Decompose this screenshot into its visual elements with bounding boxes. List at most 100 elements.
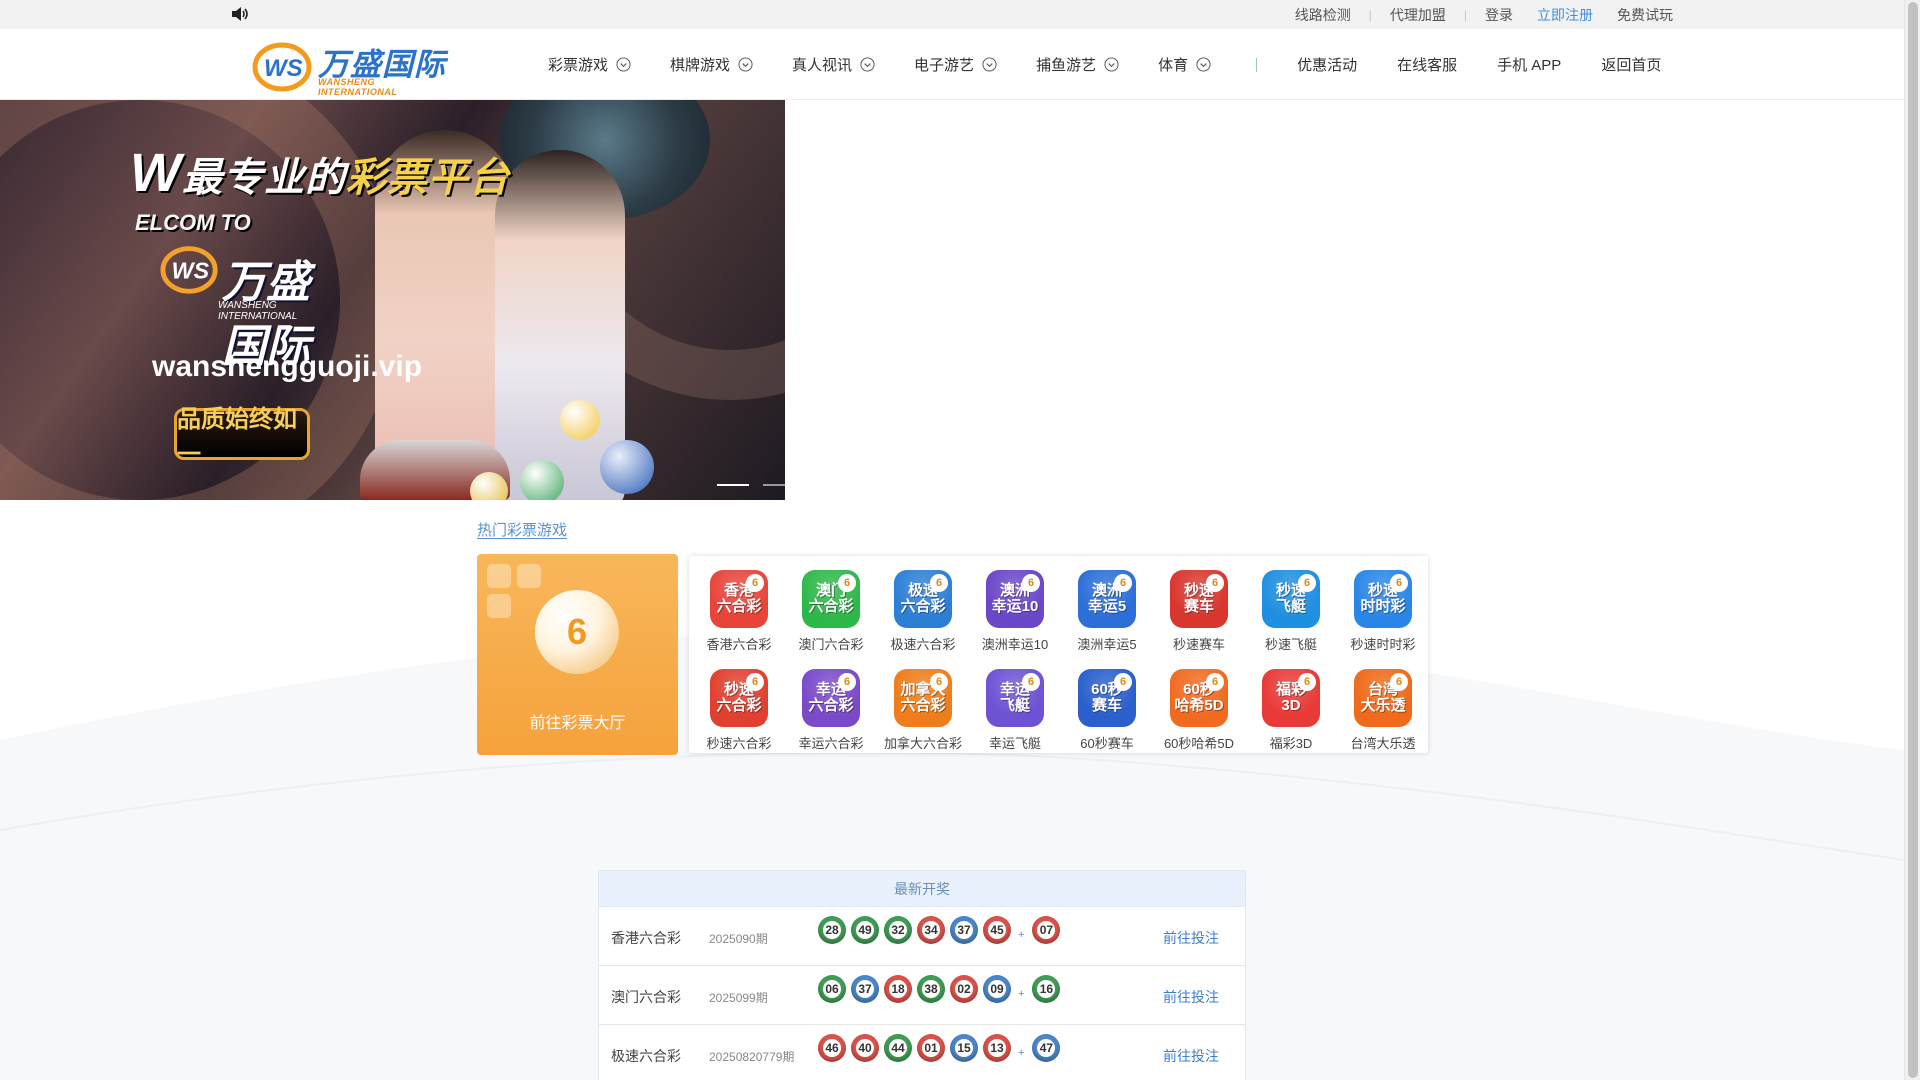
game-item[interactable]: 幸运 六合彩 6 幸运六合彩 xyxy=(785,657,877,751)
game-icon: 秒速 赛车 6 xyxy=(1170,570,1228,628)
chevron-down-icon xyxy=(982,57,997,72)
top-bar: 线路检测 | 代理加盟 | 登录 立即注册 免费试玩 xyxy=(0,0,1904,29)
banner-brand: WS 万盛国际 WANSHENG INTERNATIONAL xyxy=(160,238,350,371)
ball-badge-icon: 6 xyxy=(1022,574,1040,592)
game-item[interactable]: 秒速 六合彩 6 秒速六合彩 xyxy=(693,657,785,751)
latest-draw-title: 最新开奖 xyxy=(599,871,1245,907)
hot-lottery-title[interactable]: 热门彩票游戏 xyxy=(477,519,567,540)
carousel-dot-2[interactable] xyxy=(763,484,785,486)
chevron-down-icon xyxy=(738,57,753,72)
go-bet-link[interactable]: 前往投注 xyxy=(1163,1046,1219,1066)
nav-lottery[interactable]: 彩票游戏 xyxy=(548,54,631,75)
game-item[interactable]: 60秒 哈希5D 6 60秒哈希5D xyxy=(1153,657,1245,751)
special-number-ball: 16 xyxy=(1032,975,1061,1003)
game-icon: 60秒 赛车 6 xyxy=(1078,669,1136,727)
plus-sign: + xyxy=(1018,1047,1025,1059)
nav-divider xyxy=(1256,57,1258,72)
hero-banner[interactable]: W最专业的彩票平台 ELCOM TO WS 万盛国际 WANSHENG INTE… xyxy=(0,100,785,500)
site-logo[interactable]: WS 万盛国际 WANSHENG INTERNATIONAL xyxy=(252,35,450,97)
ball-badge-icon: 6 xyxy=(1298,574,1316,592)
special-number-ball: 47 xyxy=(1032,1034,1061,1062)
nav-live-video[interactable]: 真人视讯 xyxy=(792,54,875,75)
ball-badge-icon: 6 xyxy=(1390,673,1408,691)
nav-fishing[interactable]: 捕鱼游艺 xyxy=(1036,54,1119,75)
free-trial-link[interactable]: 免费试玩 xyxy=(1617,5,1673,25)
game-item[interactable]: 澳门 六合彩 6 澳门六合彩 xyxy=(785,558,877,652)
nav-electronic-games[interactable]: 电子游艺 xyxy=(914,54,997,75)
number-ball: 45 xyxy=(983,916,1011,944)
number-ball: 40 xyxy=(851,1034,879,1062)
number-ball: 02 xyxy=(950,975,978,1003)
agent-join-link[interactable]: 代理加盟 xyxy=(1390,5,1446,25)
plus-sign: + xyxy=(1018,929,1025,941)
special-number-ball: 07 xyxy=(1032,916,1061,944)
hot-games-panel: 香港 六合彩 6 香港六合彩 澳门 六合彩 6 澳门六合彩 极速 六合彩 6 极速六合彩 澳洲 幸… xyxy=(689,556,1428,753)
game-item[interactable]: 60秒 赛车 6 60秒赛车 xyxy=(1061,657,1153,751)
game-item[interactable]: 福彩 3D 6 福彩3D xyxy=(1245,657,1337,751)
game-icon: 加拿大 六合彩 6 xyxy=(894,669,952,727)
ball-badge-icon: 6 xyxy=(1022,673,1040,691)
carousel-dot-1[interactable] xyxy=(717,484,749,486)
nav-home[interactable]: 返回首页 xyxy=(1601,54,1661,75)
game-icon: 澳洲 幸运5 6 xyxy=(1078,570,1136,628)
route-check-link[interactable]: 线路检测 xyxy=(1295,5,1351,25)
nav-sports[interactable]: 体育 xyxy=(1158,54,1211,75)
game-item[interactable]: 澳洲 幸运5 6 澳洲幸运5 xyxy=(1061,558,1153,652)
chevron-down-icon xyxy=(1196,57,1211,72)
number-ball: 06 xyxy=(818,975,846,1003)
logo-subtitle: WANSHENG INTERNATIONAL xyxy=(318,77,398,97)
go-bet-link[interactable]: 前往投注 xyxy=(1163,928,1219,948)
banner-url: wanshengguoji.vip xyxy=(152,350,423,383)
login-link[interactable]: 登录 xyxy=(1485,5,1513,25)
top-links: 线路检测 | 代理加盟 | 登录 立即注册 免费试玩 xyxy=(1295,0,1673,29)
number-ball: 49 xyxy=(851,916,879,944)
number-ball: 44 xyxy=(884,1034,912,1062)
ball-badge-icon: 6 xyxy=(1206,574,1224,592)
banner-slogan: 品质始终如一 xyxy=(174,406,310,468)
chevron-down-icon xyxy=(1104,57,1119,72)
speaker-icon[interactable] xyxy=(231,6,249,22)
nav-mobile-app[interactable]: 手机 APP xyxy=(1497,54,1561,75)
game-item[interactable]: 秒速 飞艇 6 秒速飞艇 xyxy=(1245,558,1337,652)
game-item[interactable]: 秒速 赛车 6 秒速赛车 xyxy=(1153,558,1245,652)
ball-badge-icon: 6 xyxy=(838,574,856,592)
game-item[interactable]: 台湾 大乐透 6 台湾大乐透 xyxy=(1337,657,1429,751)
nav-chess-cards[interactable]: 棋牌游戏 xyxy=(670,54,753,75)
logo-emblem: WS xyxy=(252,42,312,92)
number-ball: 38 xyxy=(917,975,945,1003)
lottery-ball-image xyxy=(600,440,654,494)
game-icon: 极速 六合彩 6 xyxy=(894,570,952,628)
game-icon: 澳门 六合彩 6 xyxy=(802,570,860,628)
game-icon: 澳洲 幸运10 6 xyxy=(986,570,1044,628)
register-link[interactable]: 立即注册 xyxy=(1537,5,1593,25)
game-icon: 香港 六合彩 6 xyxy=(710,570,768,628)
divider: | xyxy=(1463,7,1467,22)
lottery-hall-card[interactable]: 6 前往彩票大厅 xyxy=(477,554,678,755)
go-bet-link[interactable]: 前往投注 xyxy=(1163,987,1219,1007)
svg-text:WS: WS xyxy=(264,55,303,82)
number-ball: 01 xyxy=(917,1034,945,1062)
draw-numbers: 46 40 44 01 15 13 +47 xyxy=(818,1034,1065,1062)
draw-row: 澳门六合彩 2025099期 06 37 18 38 02 09 +16 前往投注 xyxy=(599,966,1245,1025)
model-image xyxy=(495,150,625,500)
svg-text:WS: WS xyxy=(172,258,210,284)
ball-badge-icon: 6 xyxy=(838,673,856,691)
main-nav: 彩票游戏 棋牌游戏 真人视讯 电子游艺 捕鱼游艺 体育 优惠活动 在线客服 手机… xyxy=(548,29,1701,100)
game-item[interactable]: 加拿大 六合彩 6 加拿大六合彩 xyxy=(877,657,969,751)
issue-number: 20250820779期 xyxy=(709,1050,795,1064)
game-item[interactable]: 极速 六合彩 6 极速六合彩 xyxy=(877,558,969,652)
lottery-ball-image xyxy=(520,460,564,500)
issue-number: 2025099期 xyxy=(709,991,768,1005)
game-icon: 秒速 时时彩 6 xyxy=(1354,570,1412,628)
game-item[interactable]: 香港 六合彩 6 香港六合彩 xyxy=(693,558,785,652)
page-scrollbar[interactable] xyxy=(1904,0,1920,1080)
scrollbar-thumb[interactable] xyxy=(1908,2,1918,1078)
game-item[interactable]: 幸运 飞艇 6 幸运飞艇 xyxy=(969,657,1061,751)
nav-customer-service[interactable]: 在线客服 xyxy=(1397,54,1457,75)
game-name: 台湾大乐透 xyxy=(1350,736,1416,751)
number-ball: 13 xyxy=(983,1034,1011,1062)
game-icon: 幸运 六合彩 6 xyxy=(802,669,860,727)
nav-promotions[interactable]: 优惠活动 xyxy=(1297,54,1357,75)
game-item[interactable]: 秒速 时时彩 6 秒速时时彩 xyxy=(1337,558,1429,652)
game-item[interactable]: 澳洲 幸运10 6 澳洲幸运10 xyxy=(969,558,1061,652)
